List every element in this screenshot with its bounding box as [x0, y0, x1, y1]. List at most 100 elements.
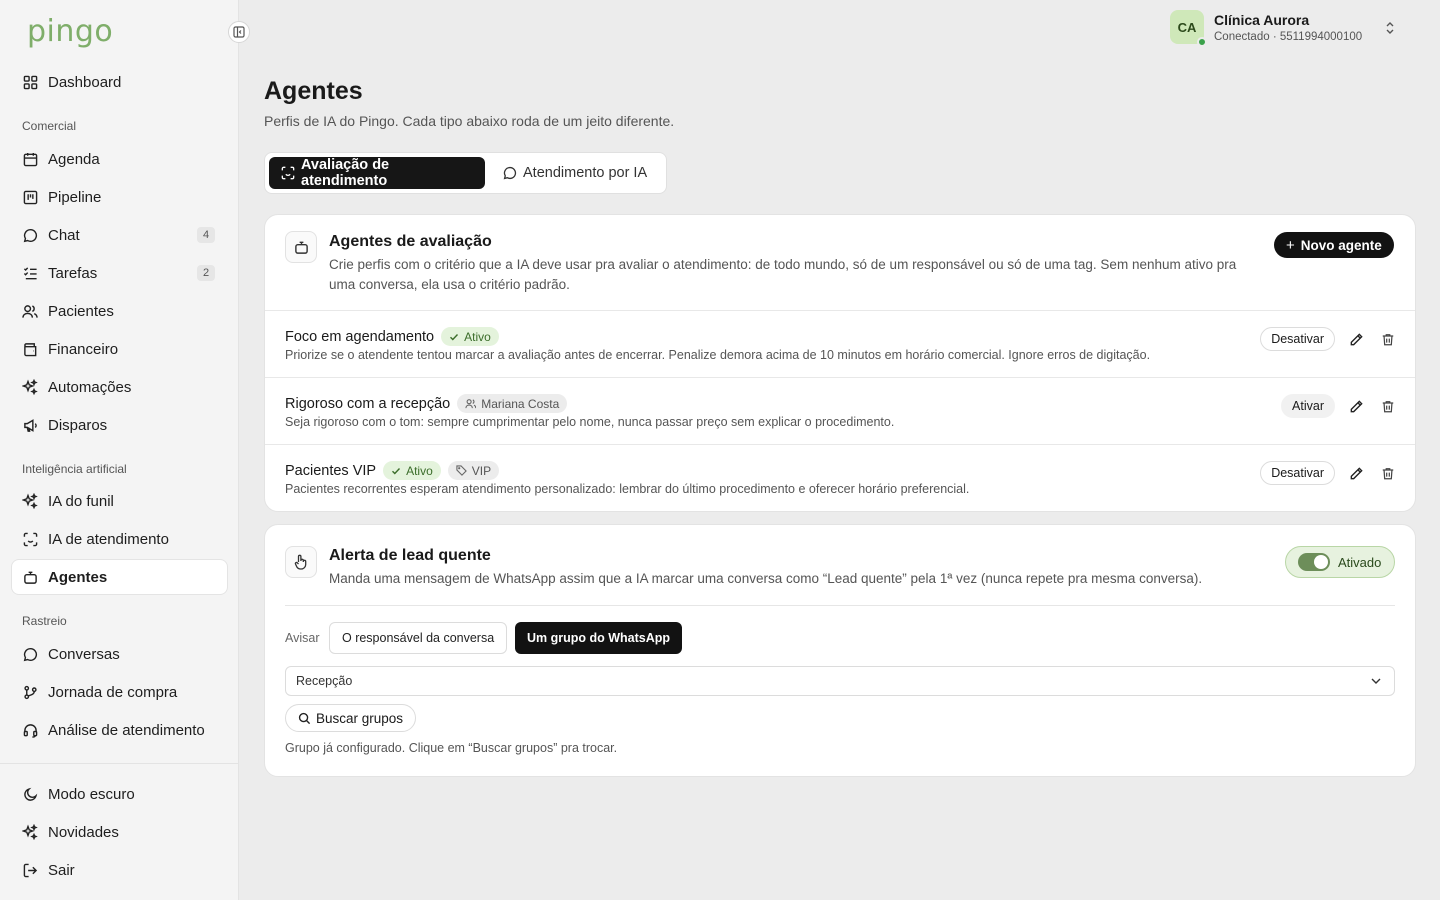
edit-icon[interactable] — [1345, 462, 1367, 484]
sidebar-item-modo-escuro[interactable]: Modo escuro — [12, 777, 227, 811]
online-status-dot — [1197, 37, 1207, 47]
sidebar-item-ia-atendimento[interactable]: IA de atendimento — [12, 522, 227, 556]
sidebar-item-chat[interactable]: Chat 4 — [12, 218, 227, 252]
button-label: Novo agente — [1300, 237, 1382, 253]
check-icon — [391, 466, 401, 476]
tab-label: Atendimento por IA — [523, 165, 648, 181]
agent-row: Rigoroso com a recepção Mariana Costa Se… — [265, 377, 1415, 444]
whatsapp-group-select[interactable]: Recepção — [285, 666, 1395, 696]
helper-text: Grupo já configurado. Clique em “Buscar … — [285, 741, 618, 755]
sidebar-item-analise[interactable]: Análise de atendimento — [12, 713, 227, 747]
section-divider — [285, 605, 1395, 606]
sidebar-item-label: Análise de atendimento — [48, 721, 205, 739]
sidebar-item-sair[interactable]: Sair — [12, 853, 227, 887]
sidebar-item-tarefas[interactable]: Tarefas 2 — [12, 256, 227, 290]
sidebar-item-agenda[interactable]: Agenda — [12, 142, 227, 176]
agent-name: Foco em agendamento — [285, 328, 435, 345]
sidebar-item-disparos[interactable]: Disparos — [12, 408, 227, 442]
sidebar-item-conversas[interactable]: Conversas — [12, 637, 227, 671]
search-groups-button[interactable]: Buscar grupos — [285, 704, 417, 732]
sidebar-item-label: Sair — [48, 861, 75, 879]
badge-label: Mariana Costa — [481, 396, 560, 411]
status-badge: Ativo — [383, 461, 441, 480]
status-badge: Ativo — [441, 327, 499, 346]
toggle-switch — [1298, 553, 1330, 571]
avatar-initials: CA — [1177, 19, 1197, 35]
sidebar-item-label: IA do funil — [48, 492, 114, 510]
assignee-badge: Mariana Costa — [457, 394, 568, 413]
scan-face-icon — [22, 531, 38, 547]
avatar: CA — [1170, 10, 1207, 47]
edit-icon[interactable] — [1345, 395, 1367, 417]
page-title: Agentes — [264, 77, 363, 105]
sidebar-toggle-icon — [233, 26, 245, 38]
chat-icon — [503, 166, 517, 180]
trash-icon[interactable] — [1377, 462, 1399, 484]
agent-description: Seja rigoroso com o tom: sempre cumprime… — [285, 415, 895, 429]
sidebar-item-agentes[interactable]: Agentes — [12, 560, 227, 594]
sidebar-item-pipeline[interactable]: Pipeline — [12, 180, 227, 214]
new-agent-button[interactable]: + Novo agente — [1274, 232, 1394, 258]
users-icon — [22, 303, 38, 319]
sidebar-item-ia-funil[interactable]: IA do funil — [12, 484, 227, 518]
megaphone-icon — [22, 417, 38, 433]
wallet-icon — [22, 341, 38, 357]
evaluation-agents-card: Agentes de avaliação Crie perfis com o c… — [264, 214, 1416, 512]
notify-group-option[interactable]: Um grupo do WhatsApp — [515, 622, 683, 654]
deactivate-button[interactable]: Desativar — [1260, 461, 1335, 485]
deactivate-button[interactable]: Desativar — [1260, 327, 1335, 351]
account-switcher[interactable]: CA Clínica Aurora Conectado · 5511994000… — [1170, 10, 1363, 47]
chat-icon — [22, 646, 38, 662]
tag-badge: VIP — [447, 461, 500, 480]
sidebar-item-pacientes[interactable]: Pacientes — [12, 294, 227, 328]
hot-lead-toggle[interactable]: Ativado — [1285, 546, 1395, 578]
sparkles-icon — [22, 493, 38, 509]
sidebar-item-label: Financeiro — [48, 340, 119, 358]
notify-label: Avisar — [285, 631, 320, 645]
tab-label: Avaliação de atendimento — [301, 157, 390, 189]
hand-pointer-icon — [285, 546, 317, 578]
sidebar-item-label: Dashboard — [48, 73, 122, 91]
tasks-icon — [22, 265, 38, 281]
logout-icon — [22, 862, 38, 878]
sidebar-item-label: Chat — [48, 226, 80, 244]
account-status: Conectado · 5511994000100 — [1214, 30, 1363, 43]
plus-icon: + — [1286, 236, 1295, 254]
card-description: Manda uma mensagem de WhatsApp assim que… — [329, 571, 1203, 586]
sidebar-item-label: Disparos — [48, 416, 108, 434]
pingo-logo[interactable]: pingo — [27, 14, 113, 49]
search-icon — [298, 712, 311, 725]
sidebar-item-financeiro[interactable]: Financeiro — [12, 332, 227, 366]
sidebar-item-label: Jornada de compra — [48, 683, 178, 701]
tab-avaliacao[interactable]: Avaliação de atendimento — [269, 157, 485, 189]
page-subtitle: Perfis de IA do Pingo. Cada tipo abaixo … — [264, 113, 675, 129]
trash-icon[interactable] — [1377, 328, 1399, 350]
agent-description: Priorize se o atendente tentou marcar a … — [285, 348, 1151, 362]
card-title: Agentes de avaliação — [329, 233, 492, 250]
agent-name: Pacientes VIP — [285, 462, 377, 479]
chat-icon — [22, 227, 38, 243]
account-name: Clínica Aurora — [1214, 11, 1310, 28]
sidebar: pingo Dashboard Comercial Agenda Pipelin… — [0, 0, 239, 900]
select-value: Recepção — [296, 674, 353, 688]
badge-label: Ativo — [406, 463, 433, 478]
tab-atendimento-ia[interactable]: Atendimento por IA — [491, 157, 659, 189]
sidebar-item-jornada[interactable]: Jornada de compra — [12, 675, 227, 709]
sidebar-item-novidades[interactable]: Novidades — [12, 815, 227, 849]
card-title: Alerta de lead quente — [329, 547, 491, 564]
scan-face-icon — [281, 166, 295, 180]
trash-icon[interactable] — [1377, 395, 1399, 417]
button-label: Buscar grupos — [316, 710, 404, 726]
sidebar-item-automacoes[interactable]: Automações — [12, 370, 227, 404]
bot-icon — [22, 569, 38, 585]
toggle-label: Ativado — [1338, 554, 1382, 570]
sidebar-item-dashboard[interactable]: Dashboard — [12, 65, 227, 99]
chevrons-up-down-icon[interactable] — [1384, 20, 1396, 36]
collapse-sidebar-button[interactable] — [228, 21, 250, 43]
activate-button[interactable]: Ativar — [1281, 394, 1335, 418]
notify-owner-option[interactable]: O responsável da conversa — [329, 622, 508, 654]
chat-count-badge: 4 — [197, 227, 215, 243]
badge-label: Ativo — [464, 329, 491, 344]
sidebar-item-label: Pacientes — [48, 302, 114, 320]
edit-icon[interactable] — [1345, 328, 1367, 350]
